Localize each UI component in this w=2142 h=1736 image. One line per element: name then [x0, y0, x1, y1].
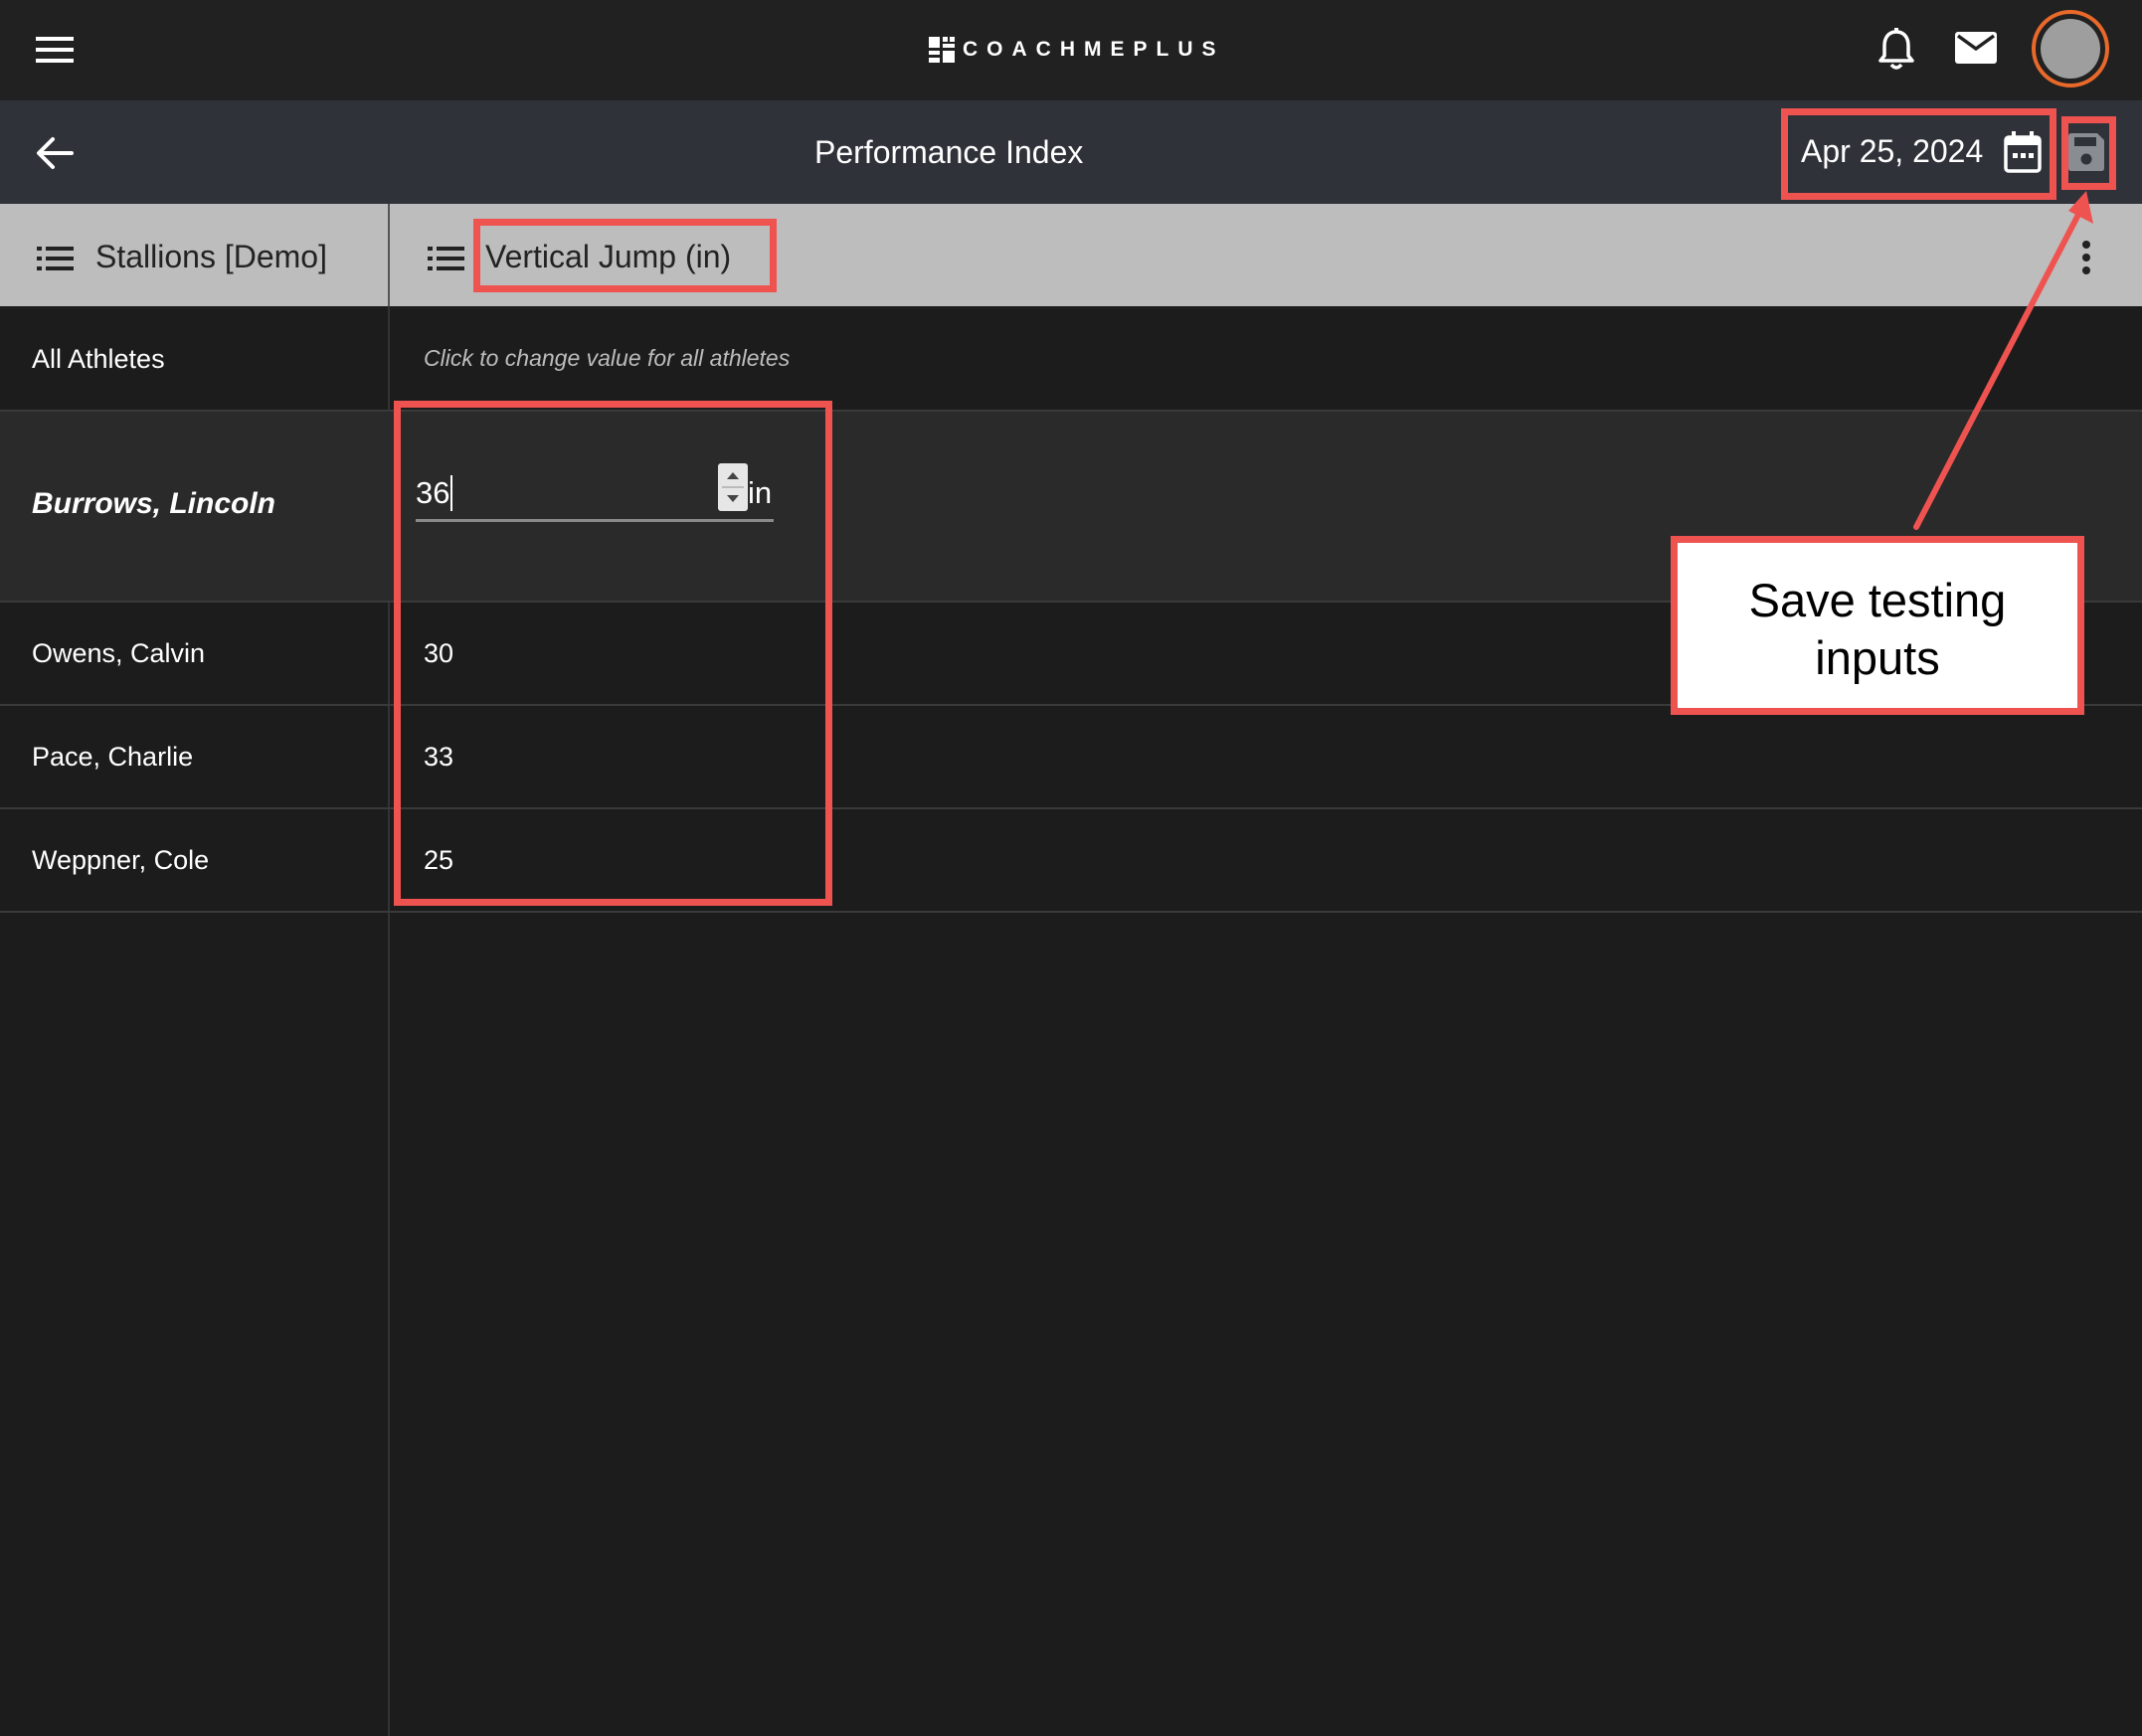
- team-list-icon[interactable]: [37, 247, 74, 270]
- column-divider: [388, 204, 390, 306]
- athlete-name: Burrows, Lincoln: [32, 487, 276, 520]
- hamburger-menu-icon[interactable]: [36, 34, 74, 66]
- athlete-name: Pace, Charlie: [32, 742, 194, 772]
- highlight-values: [394, 401, 832, 906]
- annotation-text-line1: Save testing: [1748, 574, 2007, 626]
- athlete-name: Weppner, Cole: [32, 845, 210, 875]
- row-divider: [0, 807, 2142, 809]
- annotation-arrow: [1913, 191, 2093, 530]
- bell-icon[interactable]: [1877, 28, 1915, 72]
- annotation-text-line2: inputs: [1815, 631, 1940, 684]
- arrow-left-icon[interactable]: [36, 136, 74, 170]
- brand-logo-icon: [929, 37, 955, 63]
- row-divider: [0, 911, 2142, 913]
- all-athletes-label: All Athletes: [32, 344, 165, 374]
- column-header: Stallions [Demo] Vertical Jump (in): [0, 204, 2142, 306]
- athlete-name: Owens, Calvin: [32, 638, 206, 668]
- mail-icon[interactable]: [1955, 32, 1997, 64]
- top-app-bar: COACHMEPLUS: [0, 0, 2142, 100]
- metric-list-icon[interactable]: [428, 247, 464, 270]
- annotation-callout: Save testing inputs: [1671, 536, 2084, 715]
- brand-name: COACHMEPLUS: [963, 38, 1225, 61]
- all-athletes-hint[interactable]: Click to change value for all athletes: [424, 345, 790, 372]
- highlight-metric: [473, 219, 777, 292]
- brand-logo: COACHMEPLUS: [929, 36, 1225, 64]
- avatar[interactable]: [2032, 10, 2109, 87]
- page-title: Performance Index: [814, 134, 1084, 170]
- team-selector[interactable]: Stallions [Demo]: [95, 239, 327, 275]
